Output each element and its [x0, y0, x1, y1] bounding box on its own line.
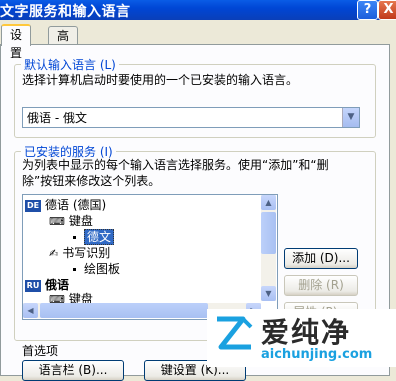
- installed-services-description-2: 除”按钮来修改这个列表。: [22, 174, 161, 188]
- language-badge-icon: DE: [25, 199, 41, 212]
- scroll-thumb[interactable]: [261, 212, 276, 254]
- tree-item-label: 绘图板: [84, 262, 121, 276]
- tree-item-label: 键盘: [68, 214, 93, 228]
- title-bar: 文字服务和输入语言 ? X: [0, 0, 396, 20]
- default-language-label: 默认输入语言 (L): [24, 58, 116, 72]
- tree-item-label: 俄语: [45, 278, 70, 292]
- tree-item-german-layout[interactable]: 德文: [73, 229, 115, 245]
- watermark-url: aichunjing.com: [261, 347, 373, 362]
- help-button[interactable]: ?: [357, 0, 378, 20]
- default-language-value: 俄语 - 俄文: [27, 111, 87, 125]
- tree-item-german[interactable]: DE 德语 (德国): [25, 197, 106, 213]
- close-button[interactable]: X: [378, 0, 396, 20]
- tree-item-label: 书写识别: [62, 246, 111, 260]
- tree-vertical-scrollbar[interactable]: ▲ ▼: [261, 195, 276, 301]
- language-bar-button[interactable]: 语言栏 (B)...: [22, 360, 124, 381]
- tree-item-label: 德文: [84, 229, 115, 245]
- keyboard-icon: ⌨: [49, 215, 65, 228]
- scroll-down-icon[interactable]: ▼: [261, 286, 276, 301]
- tab-settings[interactable]: 设置: [1, 24, 32, 60]
- bullet-icon: [73, 236, 76, 239]
- scroll-left-icon[interactable]: ◀: [23, 303, 38, 318]
- pen-icon: ✍: [49, 247, 59, 260]
- language-badge-icon: RU: [25, 279, 41, 292]
- tree-item-label: 德语 (德国): [45, 198, 107, 212]
- watermark-title: 爱纯净: [261, 316, 352, 349]
- watermark-logo-icon: [217, 316, 253, 350]
- scroll-up-icon[interactable]: ▲: [261, 195, 276, 210]
- watermark: 爱纯净 aichunjing.com: [207, 309, 396, 367]
- preferences-label: 首选项: [22, 344, 59, 358]
- remove-button[interactable]: 删除 (R): [284, 275, 358, 296]
- default-language-description: 选择计算机启动时要使用的一个已安装的输入语言。: [22, 73, 299, 87]
- installed-services-description-1: 为列表中显示的每个输入语言选择服务。使用“添加”和“删: [22, 158, 329, 172]
- default-language-select[interactable]: 俄语 - 俄文 ▼: [22, 107, 360, 128]
- services-tree[interactable]: DE 德语 (德国) ⌨ 键盘 德文 ✍ 书写识别 绘图板 RU 俄语 ⌨ 键盘: [22, 194, 278, 320]
- tree-item-drawing-pad[interactable]: 绘图板: [73, 261, 120, 277]
- chevron-down-icon[interactable]: ▼: [342, 108, 359, 127]
- tree-item-keyboard[interactable]: ⌨ 键盘: [49, 213, 93, 229]
- bullet-icon: [73, 268, 76, 271]
- scroll-thumb-horizontal[interactable]: [40, 303, 208, 318]
- tree-item-handwriting[interactable]: ✍ 书写识别: [49, 245, 110, 261]
- add-button[interactable]: 添加 (D)...: [284, 248, 358, 269]
- window-title: 文字服务和输入语言: [0, 4, 131, 20]
- tab-advanced[interactable]: 高级: [48, 26, 79, 61]
